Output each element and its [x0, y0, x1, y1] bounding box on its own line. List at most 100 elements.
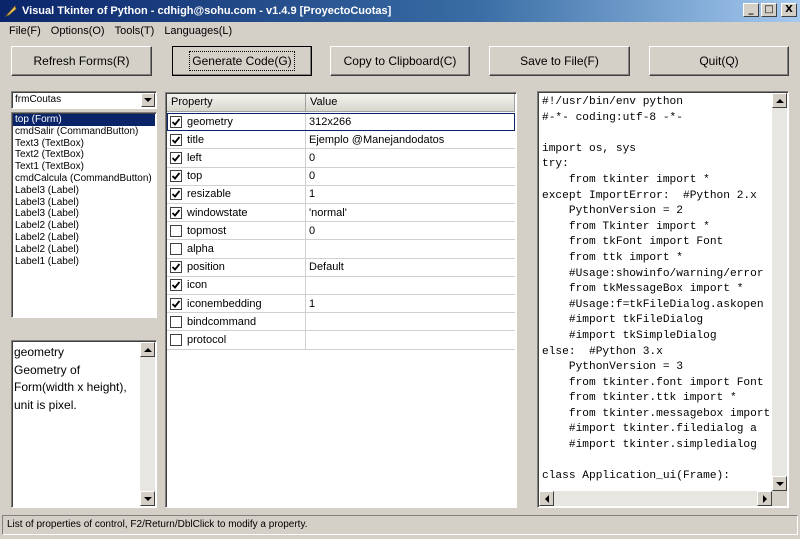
arrow-down-icon: [775, 481, 784, 486]
table-row[interactable]: icon: [167, 276, 515, 295]
value-cell[interactable]: Default: [306, 259, 515, 276]
property-cell[interactable]: resizable: [167, 185, 306, 203]
property-enabled-checkbox[interactable]: [170, 315, 182, 328]
table-row[interactable]: bindcommand: [167, 313, 515, 332]
scroll-up-button[interactable]: [140, 342, 155, 357]
list-item[interactable]: Text2 (TextBox): [13, 149, 155, 161]
property-cell[interactable]: bindcommand: [167, 313, 306, 331]
table-row[interactable]: resizable 1: [167, 185, 515, 204]
list-item[interactable]: cmdSalir (CommandButton): [13, 126, 155, 138]
code-vertical-scrollbar[interactable]: [772, 93, 787, 491]
property-enabled-checkbox[interactable]: [170, 279, 182, 292]
value-cell[interactable]: [306, 277, 515, 294]
table-row[interactable]: top 0: [167, 167, 515, 186]
table-row[interactable]: position Default: [167, 258, 515, 277]
status-bar: List of properties of control, F2/Return…: [2, 515, 798, 535]
table-row[interactable]: iconembedding 1: [167, 295, 515, 314]
close-button[interactable]: X: [781, 3, 797, 17]
list-item[interactable]: Label2 (Label): [13, 232, 155, 244]
scroll-down-button[interactable]: [772, 476, 787, 491]
property-enabled-checkbox[interactable]: [170, 133, 182, 146]
list-item[interactable]: Text1 (TextBox): [13, 161, 155, 173]
property-enabled-checkbox[interactable]: [170, 170, 182, 183]
value-cell[interactable]: 312x266: [306, 113, 515, 130]
property-enabled-checkbox[interactable]: [170, 224, 182, 237]
property-table[interactable]: Property Value geometry 312x266 title Ejemp…: [165, 92, 517, 508]
value-cell[interactable]: 0: [306, 222, 515, 239]
value-cell[interactable]: 1: [306, 186, 515, 203]
list-item[interactable]: Label1 (Label): [13, 256, 155, 268]
property-cell[interactable]: left: [167, 149, 306, 167]
list-item[interactable]: cmdCalcula (CommandButton): [13, 173, 155, 185]
value-cell[interactable]: 'normal': [306, 204, 515, 221]
property-cell[interactable]: position: [167, 258, 306, 276]
form-select[interactable]: frmCoutas: [11, 91, 157, 109]
property-cell[interactable]: windowstate: [167, 204, 306, 222]
title-bar[interactable]: Visual Tkinter of Python - cdhigh@sohu.c…: [0, 0, 800, 22]
copy-to-clipboard-button[interactable]: Copy to Clipboard(C): [330, 46, 470, 76]
scroll-right-button[interactable]: [757, 491, 772, 506]
table-row[interactable]: topmost 0: [167, 222, 515, 241]
property-cell[interactable]: top: [167, 167, 306, 185]
scroll-down-button[interactable]: [140, 491, 155, 506]
menu-tools[interactable]: Tools(T): [110, 25, 160, 37]
generated-code-view[interactable]: #!/usr/bin/env python #-*- coding:utf-8 …: [537, 91, 789, 508]
property-enabled-checkbox[interactable]: [170, 333, 182, 346]
property-description: geometry Geometry of Form(width x height)…: [11, 340, 157, 508]
quit-button[interactable]: Quit(Q): [649, 46, 789, 76]
chevron-down-icon: [144, 98, 152, 102]
property-cell[interactable]: icon: [167, 276, 306, 294]
property-enabled-checkbox[interactable]: [170, 242, 182, 255]
list-item[interactable]: Label2 (Label): [13, 220, 155, 232]
table-row[interactable]: protocol: [167, 331, 515, 350]
scroll-up-button[interactable]: [772, 93, 787, 108]
menu-languages[interactable]: Languages(L): [159, 25, 237, 37]
minimize-button[interactable]: _: [743, 3, 759, 17]
menu-options[interactable]: Options(O): [46, 25, 110, 37]
property-name: protocol: [187, 333, 227, 346]
value-cell[interactable]: Ejemplo @Manejandodatos: [306, 131, 515, 148]
list-item[interactable]: Label3 (Label): [13, 185, 155, 197]
property-cell[interactable]: title: [167, 131, 306, 149]
property-enabled-checkbox[interactable]: [170, 206, 182, 219]
value-cell[interactable]: 0: [306, 168, 515, 185]
list-item[interactable]: Text3 (TextBox): [13, 138, 155, 150]
list-item[interactable]: Label2 (Label): [13, 244, 155, 256]
value-cell[interactable]: [306, 240, 515, 257]
property-cell[interactable]: alpha: [167, 240, 306, 258]
refresh-forms-button[interactable]: Refresh Forms(R): [11, 46, 152, 76]
property-enabled-checkbox[interactable]: [170, 115, 182, 128]
property-enabled-checkbox[interactable]: [170, 261, 182, 274]
property-enabled-checkbox[interactable]: [170, 297, 182, 310]
column-header-value[interactable]: Value: [306, 94, 515, 112]
code-horizontal-scrollbar[interactable]: [539, 491, 772, 506]
scroll-left-button[interactable]: [539, 491, 554, 506]
table-row[interactable]: geometry 312x266: [167, 113, 515, 132]
table-row[interactable]: title Ejemplo @Manejandodatos: [167, 131, 515, 150]
property-enabled-checkbox[interactable]: [170, 151, 182, 164]
property-cell[interactable]: topmost: [167, 222, 306, 240]
table-row[interactable]: windowstate 'normal': [167, 204, 515, 223]
form-select-dropdown-button[interactable]: [141, 93, 155, 107]
column-header-property[interactable]: Property: [167, 94, 306, 112]
value-cell[interactable]: [306, 331, 515, 348]
list-item[interactable]: Label3 (Label): [13, 208, 155, 220]
property-cell[interactable]: geometry: [167, 113, 306, 131]
generate-code-button[interactable]: Generate Code(G): [172, 46, 312, 76]
save-to-file-button[interactable]: Save to File(F): [489, 46, 630, 76]
controls-list[interactable]: top (Form) cmdSalir (CommandButton) Text3 …: [11, 112, 157, 318]
property-enabled-checkbox[interactable]: [170, 188, 182, 201]
value-cell[interactable]: 1: [306, 295, 515, 312]
menu-file[interactable]: File(F): [4, 25, 46, 37]
property-cell[interactable]: iconembedding: [167, 295, 306, 313]
maximize-button[interactable]: □: [761, 3, 777, 17]
property-cell[interactable]: protocol: [167, 331, 306, 349]
value-cell[interactable]: 0: [306, 149, 515, 166]
list-item[interactable]: Label3 (Label): [13, 197, 155, 209]
table-row[interactable]: alpha: [167, 240, 515, 259]
table-row[interactable]: left 0: [167, 149, 515, 168]
value-cell[interactable]: [306, 313, 515, 330]
description-scrollbar[interactable]: [140, 342, 155, 506]
list-item[interactable]: top (Form): [13, 114, 155, 126]
generated-code-text[interactable]: #!/usr/bin/env python #-*- coding:utf-8 …: [542, 95, 770, 485]
